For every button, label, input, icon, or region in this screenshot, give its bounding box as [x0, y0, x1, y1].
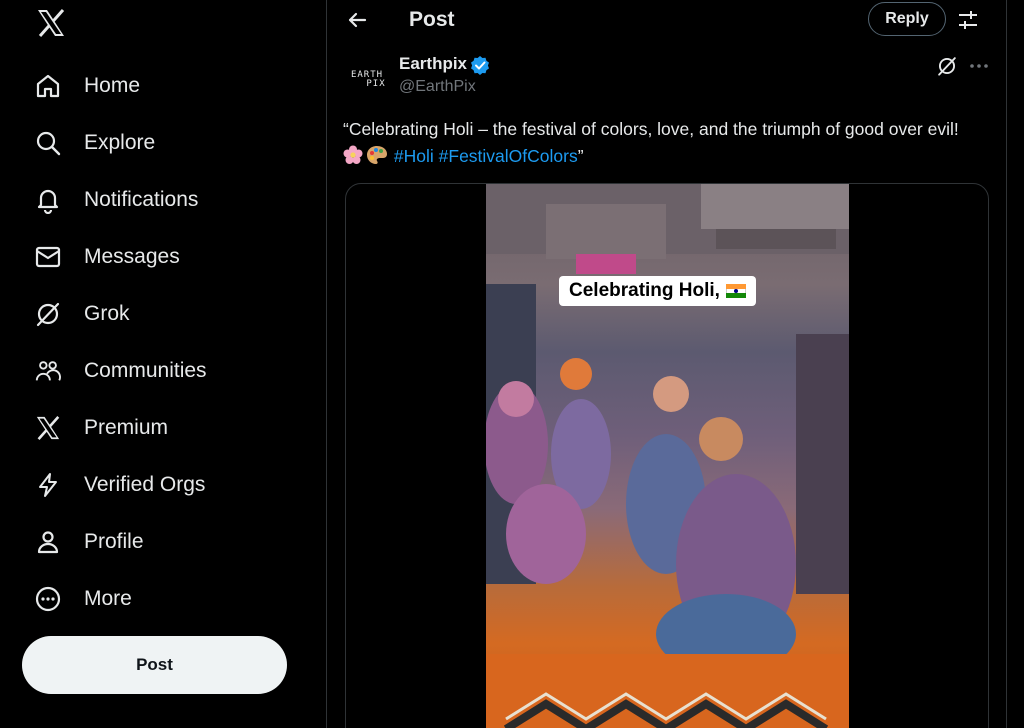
envelope-icon: [34, 243, 62, 271]
nav-label-messages: Messages: [84, 245, 180, 268]
video-caption-text: Celebrating Holi,: [569, 280, 720, 301]
main-column: Post Reply EARTH PIX Earthpix @EarthPix …: [327, 0, 1007, 728]
reply-button[interactable]: Reply: [868, 2, 946, 36]
nav-premium[interactable]: Premium: [30, 404, 168, 452]
nav-label-premium: Premium: [84, 416, 169, 439]
nav-home[interactable]: Home: [30, 62, 140, 110]
india-flag-icon: [725, 284, 746, 298]
video-player[interactable]: Celebrating Holi,: [486, 184, 849, 728]
nav-grok[interactable]: Grok: [30, 290, 130, 338]
tweet-text: “Celebrating Holi – the festival of colo…: [343, 116, 983, 170]
filter-sliders-icon[interactable]: [956, 8, 980, 32]
grok-icon: [34, 300, 62, 328]
lightning-icon: [34, 471, 62, 499]
avatar[interactable]: EARTH PIX: [343, 56, 391, 104]
x-logo-icon: [34, 414, 62, 442]
nav-label-verified-orgs: Verified Orgs: [84, 473, 206, 496]
nav-label-home: Home: [84, 74, 141, 97]
grok-icon[interactable]: [935, 54, 959, 78]
nav-label-explore: Explore: [84, 131, 156, 154]
nav-label-notifications: Notifications: [84, 188, 199, 211]
home-icon: [34, 72, 62, 100]
more-circle-icon: [34, 585, 62, 613]
hashtag-festival-of-colors-link[interactable]: #FestivalOfColors: [439, 146, 578, 166]
video-caption: Celebrating Holi,: [559, 276, 756, 306]
nav-label-communities: Communities: [84, 359, 207, 382]
people-icon: [34, 357, 62, 385]
back-arrow-icon[interactable]: [345, 8, 369, 32]
more-options-icon[interactable]: [967, 54, 991, 78]
page-title: Post: [409, 8, 455, 31]
verified-badge-icon: [470, 55, 490, 75]
nav-verified-orgs[interactable]: Verified Orgs: [30, 461, 205, 509]
author-handle[interactable]: @EarthPix: [399, 78, 476, 96]
nav-label-profile: Profile: [84, 530, 144, 553]
nav-notifications[interactable]: Notifications: [30, 176, 198, 224]
post-button[interactable]: Post: [22, 636, 287, 694]
author-name[interactable]: Earthpix: [399, 54, 467, 74]
tweet-text-body: “Celebrating Holi – the festival of colo…: [343, 119, 959, 139]
person-icon: [34, 528, 62, 556]
nav-more[interactable]: More: [30, 575, 132, 623]
left-navigation: Home Explore Notifications Messages Grok…: [0, 0, 326, 728]
nav-profile[interactable]: Profile: [30, 518, 144, 566]
nav-label-grok: Grok: [84, 302, 130, 325]
nav-label-more: More: [84, 587, 132, 610]
media-container: Celebrating Holi,: [345, 183, 989, 728]
bell-icon: [34, 186, 62, 214]
x-logo-icon[interactable]: [34, 6, 68, 40]
palette-emoji-icon: [366, 145, 387, 165]
blossom-emoji-icon: [343, 145, 363, 165]
nav-communities[interactable]: Communities: [30, 347, 207, 395]
hashtag-holi-link[interactable]: #Holi: [394, 146, 434, 166]
tweet-text-closing-quote: ”: [577, 146, 584, 166]
nav-explore[interactable]: Explore: [30, 119, 155, 167]
nav-messages[interactable]: Messages: [30, 233, 180, 281]
search-icon: [34, 129, 62, 157]
video-frame-image: [486, 184, 849, 728]
avatar-text-line2: PIX: [366, 79, 386, 89]
